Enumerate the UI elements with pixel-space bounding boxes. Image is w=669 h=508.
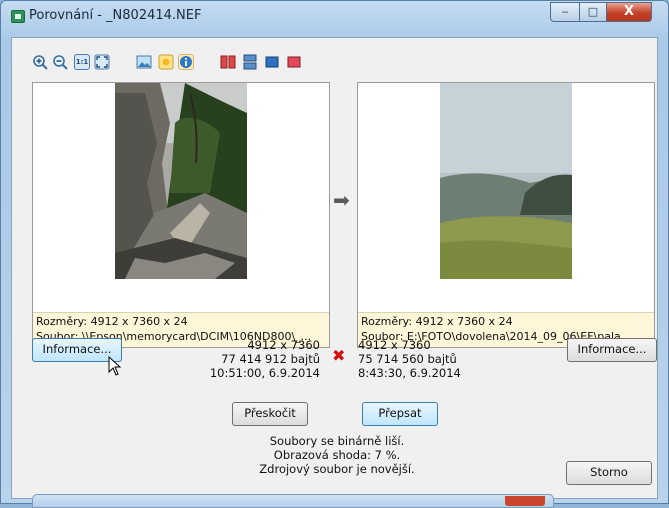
- target-photo: [440, 83, 572, 279]
- compare-window: Porovnání - _N802414.NEF ‒ □ X 1:1 Rozmě…: [0, 0, 669, 504]
- arrow-right-icon: ➡: [333, 188, 350, 212]
- mouse-cursor-icon: [108, 356, 122, 376]
- background-window: [32, 494, 554, 508]
- source-date: 10:51:00, 6.9.2014: [209, 366, 320, 380]
- view-red-icon[interactable]: [286, 54, 302, 70]
- window-title: Porovnání - _N802414.NEF: [29, 8, 202, 23]
- skip-button[interactable]: Přeskočit: [232, 402, 308, 426]
- target-size: 4912 x 7360: [358, 338, 431, 352]
- close-button[interactable]: X: [606, 2, 652, 22]
- mismatch-icon: ✖: [332, 346, 346, 365]
- info-icon[interactable]: [178, 54, 194, 70]
- overwrite-button[interactable]: Přepsat: [362, 402, 438, 426]
- image-view-icon[interactable]: [136, 54, 152, 70]
- source-photo: [115, 83, 247, 279]
- view-blue-icon[interactable]: [264, 54, 280, 70]
- maximize-button[interactable]: □: [579, 2, 607, 22]
- stacked-icon[interactable]: [242, 54, 258, 70]
- target-date: 8:43:30, 6.9.2014: [358, 366, 461, 380]
- zoom-out-icon[interactable]: [52, 54, 68, 70]
- target-bytes: 75 714 560 bajtů: [358, 352, 457, 366]
- side-by-side-icon[interactable]: [220, 54, 236, 70]
- target-info-button[interactable]: Informace...: [567, 338, 657, 362]
- target-dimensions: Rozměry: 4912 x 7360 x 24: [361, 315, 513, 328]
- source-image-panel[interactable]: Rozměry: 4912 x 7360 x 24 Soubor: \\Epso…: [32, 82, 330, 348]
- background-close-button: [505, 496, 545, 506]
- title-bar[interactable]: Porovnání - _N802414.NEF ‒ □ X: [1, 1, 668, 31]
- source-size: 4912 x 7360: [247, 338, 320, 352]
- highlight-icon[interactable]: [158, 54, 174, 70]
- status-similarity: Obrazová shoda: 7 %.: [273, 448, 401, 462]
- source-bytes: 77 414 912 bajtů: [221, 352, 320, 366]
- actual-size-icon[interactable]: 1:1: [74, 54, 90, 70]
- fit-to-window-icon[interactable]: [94, 54, 110, 70]
- app-icon: [11, 10, 25, 23]
- minimize-button[interactable]: ‒: [550, 2, 580, 22]
- status-binary: Soubory se binárně liší.: [269, 434, 405, 448]
- dialog-body: 1:1 Rozměry: 4912 x 7360 x 24 Soubor: \\…: [11, 37, 658, 499]
- status-newer: Zdrojový soubor je novější.: [259, 462, 415, 476]
- zoom-in-icon[interactable]: [32, 54, 48, 70]
- cancel-button[interactable]: Storno: [566, 461, 652, 485]
- source-dimensions: Rozměry: 4912 x 7360 x 24: [36, 315, 188, 328]
- target-image-panel[interactable]: Rozměry: 4912 x 7360 x 24 Soubor: E:\FOT…: [357, 82, 655, 348]
